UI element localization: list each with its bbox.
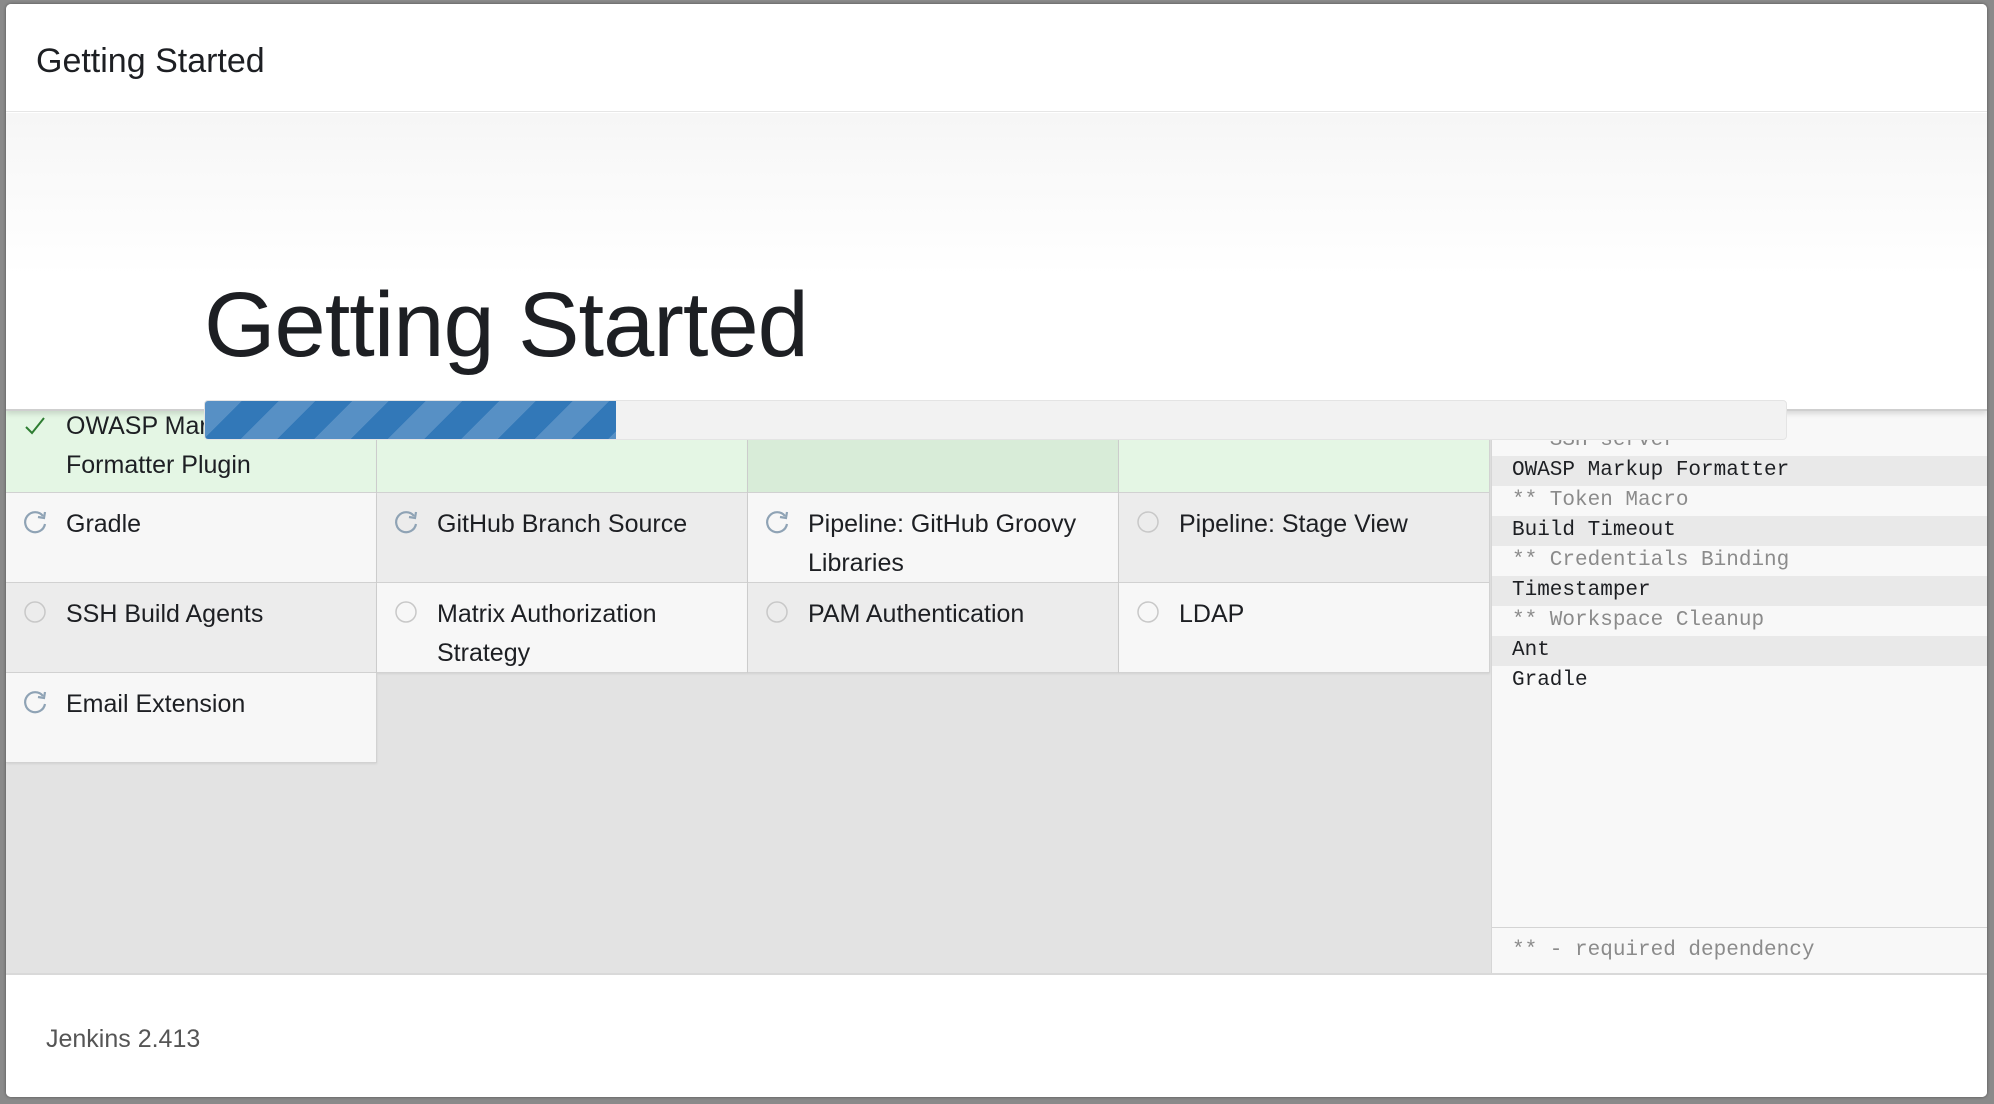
install-progress-fill	[205, 401, 617, 439]
dependency-legend: ** - required dependency	[1492, 927, 1987, 973]
plugin-item: PAM Authentication	[748, 583, 1119, 673]
modal-title: Getting Started	[36, 42, 265, 80]
log-plugin-line: Ant	[1492, 636, 1987, 666]
log-dependency-line: ** Workspace Cleanup	[1512, 609, 1765, 632]
install-log-panel[interactable]: ** SSH server OWASP Markup Formatter ** To…	[1491, 403, 1987, 973]
plugin-name: Gradle	[66, 510, 142, 538]
pending-circle-icon	[1133, 597, 1163, 627]
log-plugin-line: OWASP Markup Formatter	[1492, 456, 1987, 486]
plugin-item: SSH Build Agents	[6, 583, 377, 673]
log-dependency-line: ** Credentials Binding	[1512, 549, 1790, 572]
plugin-name: Matrix Authorization Strategy	[437, 600, 657, 667]
plugin-item: GitHub Branch Source	[377, 493, 748, 583]
plugin-row: SSH Build Agents Matrix Authorization Str…	[6, 583, 1490, 673]
pending-circle-icon	[391, 597, 421, 627]
jenkins-version: Jenkins 2.413	[46, 1025, 201, 1053]
install-log-list: ** SSH server OWASP Markup Formatter ** To…	[1492, 426, 1987, 696]
log-plugin-line: Timestamper	[1492, 576, 1987, 606]
log-plugin-line: Build Timeout	[1492, 516, 1987, 546]
pending-circle-icon	[20, 597, 50, 627]
plugin-name: Email Extension	[66, 690, 246, 718]
setup-wizard-dialog: Getting Started OWASP Markup Formatter P…	[6, 4, 1987, 1097]
plugin-name: PAM Authentication	[808, 600, 1025, 628]
refresh-spinner-icon	[391, 507, 421, 537]
plugin-name: Pipeline: Stage View	[1179, 510, 1408, 538]
plugin-name: Pipeline: GitHub Groovy Libraries	[808, 510, 1077, 577]
plugin-item: Email Extension	[6, 673, 377, 763]
log-plugin-line: Gradle	[1512, 669, 1588, 692]
install-content: OWASP Markup Formatter PluginBuild Timeo…	[6, 113, 1987, 973]
refresh-spinner-icon	[20, 507, 50, 537]
plugin-name: LDAP	[1179, 600, 1245, 628]
plugin-item: Pipeline: Stage View	[1119, 493, 1490, 583]
install-progress-bar	[204, 400, 1787, 440]
hero-banner: Getting Started	[6, 113, 1987, 411]
plugin-name: GitHub Branch Source	[437, 510, 688, 538]
modal-footer: Jenkins 2.413	[6, 973, 1987, 1097]
plugin-row: Email Extension	[6, 673, 1490, 763]
refresh-spinner-icon	[20, 687, 50, 717]
log-dependency-line: ** Token Macro	[1512, 489, 1689, 512]
refresh-spinner-icon	[762, 507, 792, 537]
plugin-grid: OWASP Markup Formatter PluginBuild Timeo…	[6, 403, 1490, 763]
hero-title: Getting Started	[204, 274, 809, 376]
check-icon	[20, 411, 50, 441]
plugin-item: Gradle	[6, 493, 377, 583]
plugin-item: Pipeline: GitHub Groovy Libraries	[748, 493, 1119, 583]
pending-circle-icon	[762, 597, 792, 627]
plugin-item: LDAP	[1119, 583, 1490, 673]
modal-header: Getting Started	[6, 4, 1987, 112]
plugin-row: Gradle GitHub Branch Source Pipeline: GitH…	[6, 493, 1490, 583]
plugin-item: Matrix Authorization Strategy	[377, 583, 748, 673]
pending-circle-icon	[1133, 507, 1163, 537]
plugin-name: SSH Build Agents	[66, 600, 264, 628]
